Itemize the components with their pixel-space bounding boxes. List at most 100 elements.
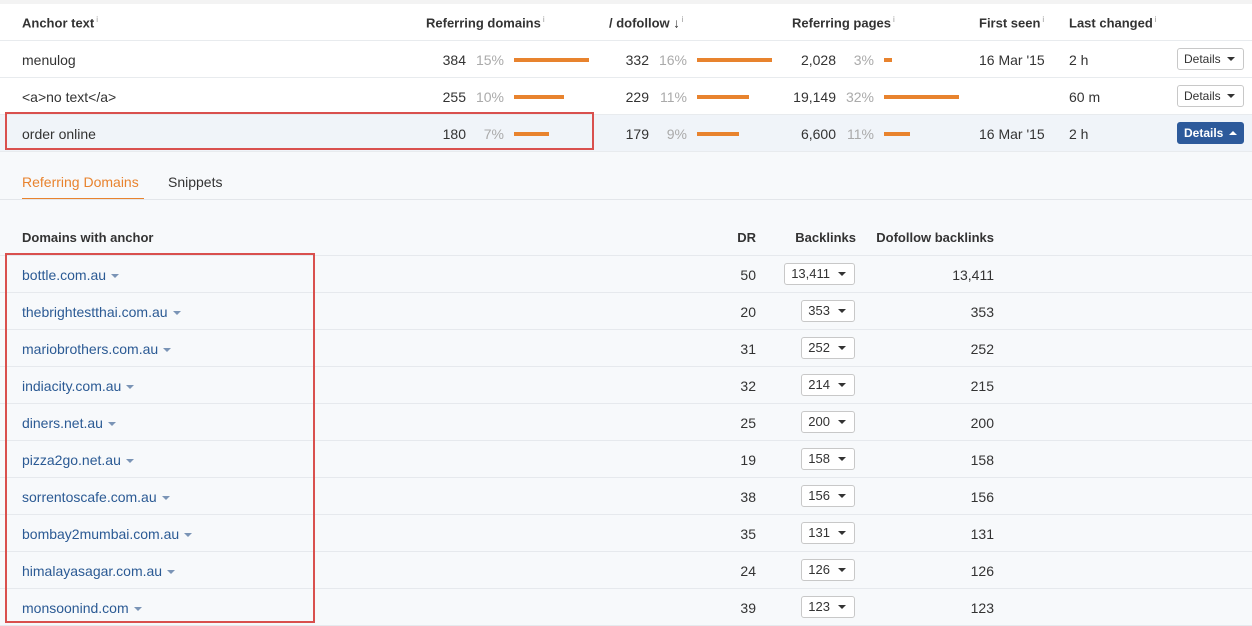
details-button[interactable]: Details — [1177, 48, 1244, 70]
backlinks-dropdown[interactable]: 200 — [801, 411, 855, 433]
dofollow-backlinks-value: 252 — [970, 341, 994, 357]
info-icon[interactable]: i — [682, 15, 684, 24]
backlinks-dropdown[interactable]: 252 — [801, 337, 855, 359]
caret-down-icon — [1226, 57, 1235, 61]
info-icon[interactable]: i — [1155, 15, 1157, 24]
caret-down-icon — [838, 605, 846, 609]
dofollow-bar — [697, 95, 749, 99]
referring-pages-pct: 32% — [845, 89, 874, 105]
referring-domains-value: 384 — [442, 52, 466, 68]
first-seen-value: 16 Mar '15 — [979, 126, 1045, 142]
caret-down-icon — [838, 531, 846, 535]
dr-value: 38 — [740, 489, 756, 505]
backlinks-value: 353 — [808, 303, 830, 318]
dofollow-backlinks-value: 13,411 — [952, 267, 994, 283]
backlinks-dropdown[interactable]: 214 — [801, 374, 855, 396]
col-dr[interactable]: DR — [737, 230, 756, 245]
referring-domains-pct: 15% — [475, 52, 504, 68]
info-icon[interactable]: i — [96, 15, 98, 24]
details-label: Details — [1184, 52, 1221, 66]
tab-referring-domains[interactable]: Referring Domains — [22, 174, 139, 190]
backlinks-value: 252 — [808, 340, 830, 355]
info-icon[interactable]: i — [1042, 15, 1044, 24]
col-anchor-text[interactable]: Anchor text i — [22, 15, 98, 30]
referring-pages-pct: 3% — [853, 52, 874, 68]
caret-down-icon — [838, 420, 846, 424]
details-button[interactable]: Details — [1177, 85, 1244, 107]
backlinks-dropdown[interactable]: 156 — [801, 485, 855, 507]
info-icon[interactable]: i — [893, 15, 895, 24]
details-button[interactable]: Details — [1177, 122, 1244, 144]
backlinks-value: 200 — [808, 414, 830, 429]
backlinks-dropdown[interactable]: 158 — [801, 448, 855, 470]
highlight-box-anchor — [5, 112, 594, 150]
referring-domains-bar — [514, 58, 589, 62]
backlinks-dropdown[interactable]: 126 — [801, 559, 855, 581]
dr-value: 20 — [740, 304, 756, 320]
col-dofollow[interactable]: / dofollow ↓ i — [609, 15, 684, 30]
col-domains-with-anchor[interactable]: Domains with anchor — [22, 230, 153, 245]
dofollow-value: 179 — [625, 126, 649, 142]
backlinks-value: 123 — [808, 599, 830, 614]
backlinks-value: 156 — [808, 488, 830, 503]
dr-value: 39 — [740, 600, 756, 616]
last-changed-value: 60 m — [1069, 89, 1101, 105]
referring-pages-value: 2,028 — [800, 52, 836, 68]
backlinks-value: 214 — [808, 377, 830, 392]
dr-value: 24 — [740, 563, 756, 579]
dofollow-value: 332 — [625, 52, 649, 68]
dofollow-bar — [697, 58, 772, 62]
dofollow-backlinks-value: 126 — [970, 563, 994, 579]
col-last-changed[interactable]: Last changed i — [1069, 15, 1157, 30]
referring-pages-value: 6,600 — [800, 126, 836, 142]
caret-down-icon — [838, 272, 846, 276]
backlinks-dropdown[interactable]: 123 — [801, 596, 855, 618]
caret-down-icon — [1226, 94, 1235, 98]
referring-pages-bar — [884, 132, 910, 136]
dr-value: 19 — [740, 452, 756, 468]
caret-down-icon — [838, 494, 846, 498]
info-icon[interactable]: i — [543, 15, 545, 24]
domains-header: Domains with anchor DR Backlinks Dofollo… — [0, 219, 1252, 256]
referring-domains-pct: 10% — [475, 89, 504, 105]
col-dofollow-backlinks[interactable]: Dofollow backlinks — [876, 230, 994, 245]
anchor-text: <a>no text</a> — [22, 89, 117, 105]
referring-pages-pct: 11% — [847, 126, 874, 142]
col-referring-domains[interactable]: Referring domains i — [426, 15, 545, 30]
dofollow-bar — [697, 132, 739, 136]
dofollow-backlinks-value: 353 — [970, 304, 994, 320]
tab-divider — [0, 199, 1252, 200]
dr-value: 35 — [740, 526, 756, 542]
dr-value: 25 — [740, 415, 756, 431]
col-first-seen[interactable]: First seen i — [979, 15, 1044, 30]
backlinks-dropdown[interactable]: 353 — [801, 300, 855, 322]
anchor-text: menulog — [22, 52, 76, 68]
table-row: <a>no text</a> 255 10% 229 11% 19,149 32% 60 m D… — [0, 78, 1252, 115]
table-header: Anchor text i Referring domains i / dofoll… — [0, 4, 1252, 41]
tab-snippets[interactable]: Snippets — [168, 174, 222, 190]
dofollow-pct: 9% — [666, 126, 687, 142]
dofollow-backlinks-value: 158 — [970, 452, 994, 468]
dofollow-backlinks-value: 123 — [970, 600, 994, 616]
last-changed-value: 2 h — [1069, 126, 1089, 142]
col-referring-pages[interactable]: Referring pages i — [792, 15, 895, 30]
dofollow-backlinks-value: 156 — [970, 489, 994, 505]
caret-down-icon — [838, 383, 846, 387]
caret-down-icon — [838, 309, 846, 313]
backlinks-dropdown[interactable]: 131 — [801, 522, 855, 544]
caret-down-icon — [838, 457, 846, 461]
caret-down-icon — [838, 346, 846, 350]
table-row: menulog 384 15% 332 16% 2,028 3% 16 Mar '15 2 h D… — [0, 41, 1252, 78]
backlinks-dropdown[interactable]: 13,411 — [784, 263, 855, 285]
backlinks-value: 13,411 — [791, 266, 830, 281]
backlinks-value: 126 — [808, 562, 830, 577]
referring-pages-bar — [884, 95, 959, 99]
referring-domains-value: 255 — [442, 89, 466, 105]
col-backlinks[interactable]: Backlinks — [795, 230, 856, 245]
dofollow-backlinks-value: 200 — [970, 415, 994, 431]
details-label: Details — [1184, 89, 1221, 103]
dr-value: 50 — [740, 267, 756, 283]
backlinks-value: 131 — [808, 525, 830, 540]
backlinks-value: 158 — [808, 451, 830, 466]
highlight-box-domains — [5, 253, 315, 623]
